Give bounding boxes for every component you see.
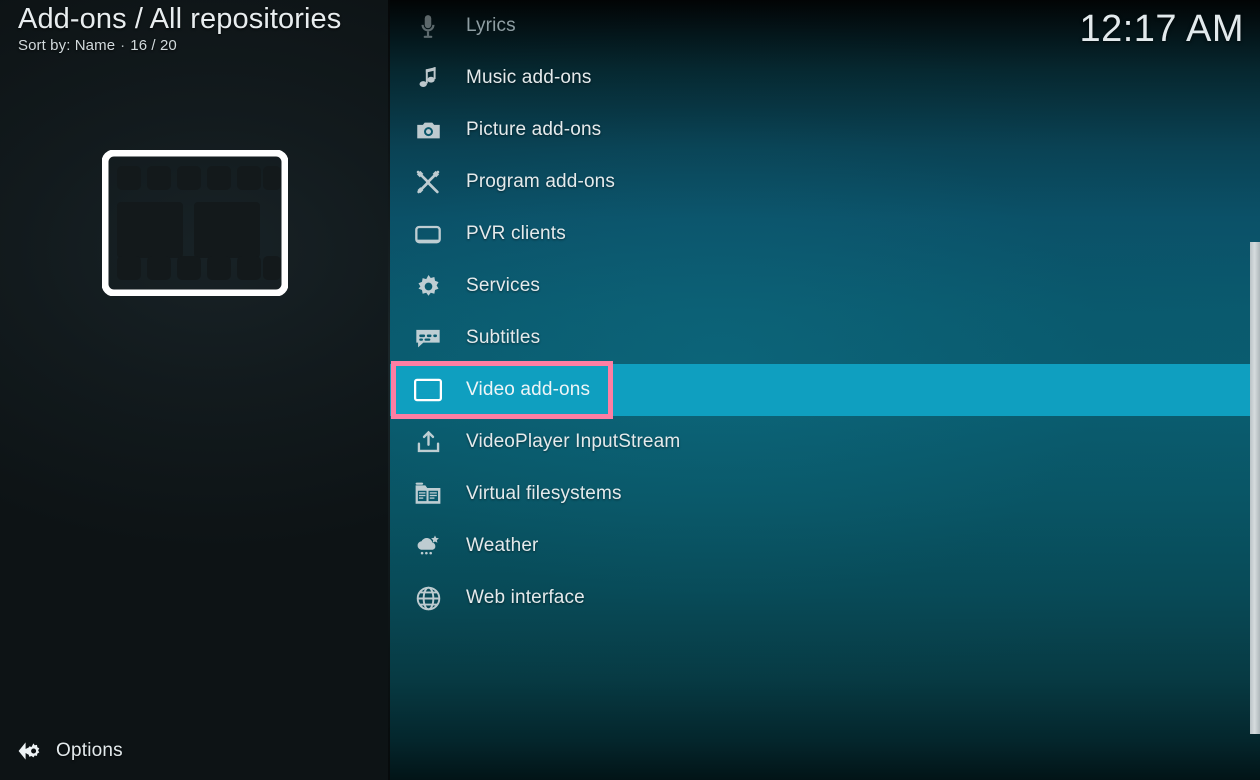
subtitles-icon [404, 324, 452, 352]
list-item-subtitles[interactable]: Subtitles [390, 312, 1260, 364]
list-item-services[interactable]: Services [390, 260, 1260, 312]
kodi-addons-screen: Add-ons / All repositories Sort by: Name… [0, 0, 1260, 780]
list-item-label: Picture add-ons [466, 119, 602, 140]
tv-icon [404, 220, 452, 248]
weather-cloud-icon [404, 533, 452, 559]
list-item-web-interface[interactable]: Web interface [390, 572, 1260, 624]
page-header: Add-ons / All repositories Sort by: Name… [18, 2, 388, 54]
film-strip-icon [404, 378, 452, 402]
music-note-icon [404, 65, 452, 91]
clock: 12:17 AM [1079, 8, 1244, 50]
list-item-label: Program add-ons [466, 171, 616, 192]
folder-files-icon [404, 481, 452, 507]
tools-icon [404, 168, 452, 196]
page-title: Add-ons / All repositories [18, 3, 342, 35]
item-counter: 16 / 20 [130, 37, 177, 54]
list-item-label: Services [466, 275, 541, 296]
options-label: Options [56, 740, 123, 761]
options-button[interactable]: Options [12, 732, 123, 770]
list-item-program-add-ons[interactable]: Program add-ons [390, 156, 1260, 208]
list-item-videoplayer-inputstream[interactable]: VideoPlayer InputStream [390, 416, 1260, 468]
gear-icon [404, 273, 452, 300]
list-item-label: Lyrics [466, 15, 516, 36]
list-item-video-add-ons[interactable]: Video add-ons [390, 364, 1260, 416]
options-gear-icon [12, 740, 46, 762]
scrollbar-thumb[interactable] [1250, 242, 1260, 734]
sort-label: Sort by: Name [18, 37, 116, 54]
subtitle-separator: · [120, 37, 126, 54]
list-item-label: Music add-ons [466, 67, 592, 88]
microphone-icon [404, 13, 452, 39]
list-item-label: Subtitles [466, 327, 541, 348]
list-item-picture-add-ons[interactable]: Picture add-ons [390, 104, 1260, 156]
inputstream-icon [404, 429, 452, 456]
list-item-label: PVR clients [466, 223, 566, 244]
list-item-music-add-ons[interactable]: Music add-ons [390, 52, 1260, 104]
list-item-pvr-clients[interactable]: PVR clients [390, 208, 1260, 260]
list-item-virtual-filesystems[interactable]: Virtual filesystems [390, 468, 1260, 520]
list-item-label: Video add-ons [466, 379, 591, 400]
list-scrollbar[interactable] [1250, 0, 1260, 780]
list-item-label: Virtual filesystems [466, 483, 622, 504]
thumbnail-preview [0, 150, 390, 296]
page-subtitle: Sort by: Name · 16 / 20 [18, 37, 388, 54]
camera-icon [404, 117, 452, 144]
addon-category-list[interactable]: Lyrics Music add-ons Picture add-ons Pro… [390, 0, 1260, 780]
left-info-panel [0, 0, 390, 780]
list-item-label: Weather [466, 535, 539, 556]
film-strip-icon [102, 150, 288, 296]
globe-icon [404, 585, 452, 612]
list-item-weather[interactable]: Weather [390, 520, 1260, 572]
list-item-label: VideoPlayer InputStream [466, 431, 681, 452]
list-item-label: Web interface [466, 587, 585, 608]
